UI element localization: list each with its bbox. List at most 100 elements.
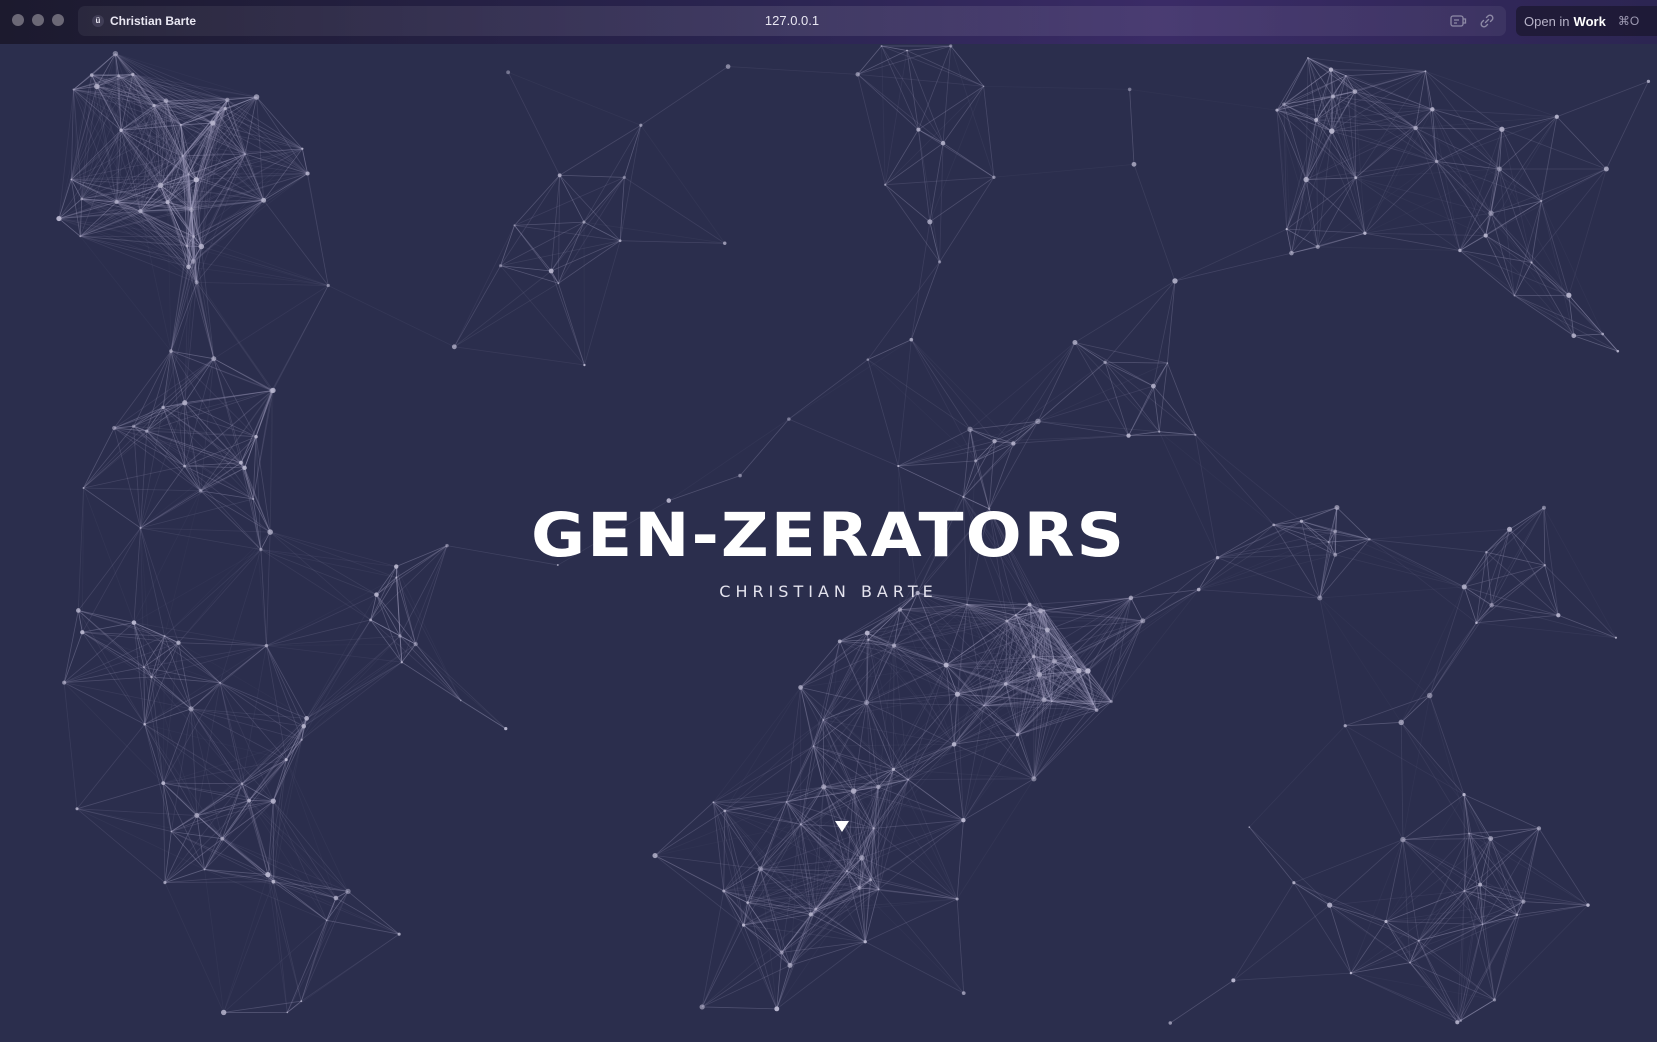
triangle-down-icon[interactable] — [835, 821, 849, 832]
network-node — [192, 235, 195, 238]
network-node — [1194, 433, 1197, 436]
network-node — [264, 643, 269, 648]
network-node — [190, 259, 196, 264]
network-node — [967, 426, 973, 433]
network-node — [1085, 668, 1091, 674]
network-line — [514, 224, 621, 242]
network-node — [1455, 1020, 1460, 1025]
network-line — [867, 339, 912, 360]
network-line — [624, 177, 725, 244]
network-line — [956, 778, 1035, 900]
network-line — [1429, 695, 1465, 795]
network-node — [1481, 923, 1484, 926]
network-node — [1003, 682, 1008, 686]
network-line — [83, 427, 115, 489]
network-line — [857, 73, 984, 87]
url-text[interactable]: 127.0.0.1 — [78, 13, 1506, 28]
network-line — [788, 339, 912, 420]
network-node — [112, 425, 117, 431]
network-line — [713, 745, 814, 803]
network-line — [983, 86, 995, 178]
network-line — [1400, 722, 1404, 840]
network-line — [162, 282, 198, 408]
network-line — [162, 783, 166, 883]
network-node — [506, 70, 511, 75]
network-line — [1158, 362, 1168, 432]
network-line — [956, 898, 965, 994]
network-node — [1031, 776, 1037, 782]
network-node — [909, 337, 914, 342]
network-line — [1345, 70, 1426, 77]
network-line — [884, 142, 944, 186]
network-node — [131, 72, 135, 77]
network-node — [961, 991, 966, 996]
network-line — [1350, 962, 1411, 974]
network-node — [261, 197, 267, 203]
close-window-button[interactable] — [12, 14, 24, 26]
network-line — [170, 708, 192, 832]
network-node — [1011, 441, 1016, 446]
network-line — [133, 622, 267, 647]
link-icon[interactable] — [1478, 12, 1496, 30]
network-node — [1092, 703, 1095, 705]
network-line — [640, 66, 729, 126]
network-node — [982, 85, 985, 88]
network-line — [983, 85, 1130, 90]
network-node — [301, 724, 306, 729]
network-line — [857, 74, 886, 185]
network-line — [906, 50, 919, 130]
network-line — [1074, 342, 1160, 432]
network-line — [929, 176, 995, 223]
network-line — [223, 881, 274, 1013]
network-node — [189, 207, 194, 213]
network-line — [1037, 420, 1129, 437]
hero-title: GEN-ZERATORS — [530, 500, 1127, 571]
network-node — [179, 123, 182, 126]
network-line — [58, 89, 74, 219]
network-line — [514, 175, 560, 226]
network-line — [1330, 69, 1416, 129]
network-line — [786, 687, 801, 802]
network-line — [712, 802, 725, 892]
network-line — [1174, 252, 1292, 282]
address-bar[interactable]: ü Christian Barte 127.0.0.1 — [78, 6, 1506, 36]
network-node — [150, 675, 153, 679]
network-node — [741, 923, 746, 927]
network-line — [1429, 604, 1492, 696]
network-node — [1031, 654, 1036, 659]
network-node — [1363, 231, 1367, 235]
network-line — [170, 266, 189, 352]
network-line — [76, 782, 164, 810]
zoom-window-button[interactable] — [52, 14, 64, 26]
network-node — [799, 823, 802, 826]
network-node — [897, 607, 903, 612]
open-in-workspace-button[interactable]: Open in Work ⌘O — [1516, 6, 1657, 36]
network-line — [1350, 972, 1458, 1023]
network-node — [240, 782, 244, 785]
network-node — [163, 881, 167, 885]
network-node — [992, 439, 997, 444]
network-line — [1037, 385, 1154, 422]
network-node — [400, 661, 403, 664]
network-line — [1317, 246, 1460, 251]
network-node — [1043, 609, 1046, 612]
network-line — [347, 891, 400, 935]
network-node — [75, 807, 79, 811]
network-node — [583, 363, 586, 367]
network-node — [498, 264, 503, 268]
network-line — [1364, 127, 1416, 234]
network-node — [1424, 70, 1427, 73]
network-node — [284, 758, 288, 762]
network-node — [56, 215, 62, 222]
network-line — [724, 745, 814, 812]
network-node — [867, 638, 870, 641]
network-line — [1305, 57, 1309, 180]
network-node — [239, 460, 243, 465]
minimize-window-button[interactable] — [32, 14, 44, 26]
network-node — [1044, 627, 1050, 633]
network-node — [1616, 349, 1620, 353]
network-line — [454, 346, 585, 366]
network-node — [812, 745, 815, 748]
network-line — [285, 759, 337, 899]
reader-mode-icon[interactable] — [1449, 12, 1467, 30]
